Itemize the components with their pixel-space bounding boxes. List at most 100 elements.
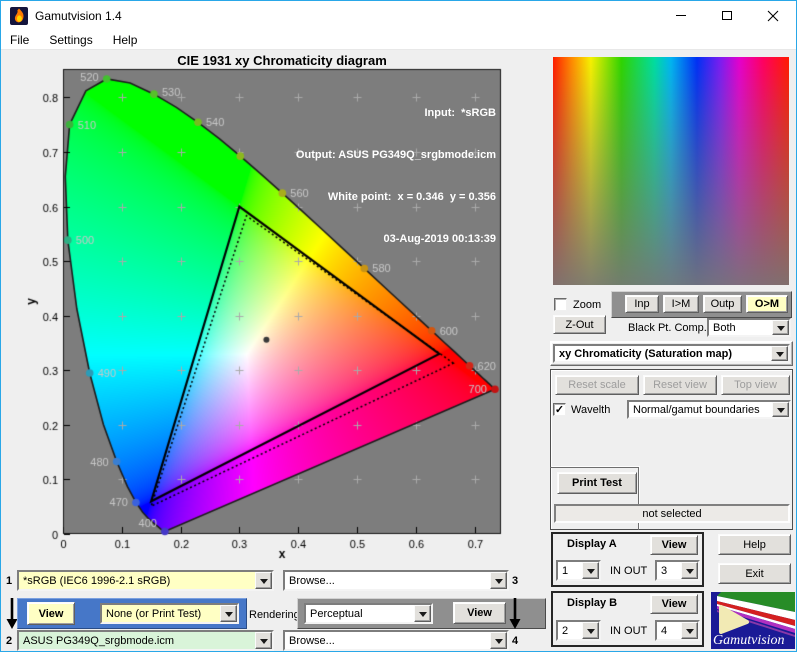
display-a-title: Display A: [567, 538, 617, 550]
app-icon: [10, 7, 28, 25]
slot-1-index: 1: [6, 575, 12, 587]
gamutvision-logo: Gamutvision: [711, 592, 795, 649]
chevron-down-icon: [777, 408, 785, 417]
annotation-white-point: White point: x = 0.346 y = 0.356: [171, 190, 496, 204]
help-button[interactable]: Help: [718, 534, 791, 555]
z-out-button[interactable]: Z-Out: [553, 315, 606, 334]
close-icon: [767, 10, 779, 22]
maximize-icon: [722, 11, 732, 20]
display-b-out-value: 4: [661, 625, 667, 637]
black-pt-comp-combo[interactable]: Both: [707, 318, 791, 337]
menu-file[interactable]: File: [1, 33, 39, 47]
flow-arrow-down-right-icon: [509, 597, 521, 630]
dropdown-arrow[interactable]: [771, 346, 788, 361]
display-a-view-button[interactable]: View: [650, 535, 698, 555]
annotation-output: Output: ASUS PG349Q_srgbmode.icm: [171, 148, 496, 162]
annotation-date: 03-Aug-2019 00:13:39: [171, 232, 496, 246]
chevron-down-icon: [587, 569, 595, 578]
dropdown-arrow[interactable]: [490, 572, 507, 589]
chevron-down-icon: [419, 612, 427, 621]
input-profile-combo[interactable]: *sRGB (IEC6 1996-2.1 sRGB): [17, 570, 274, 591]
display-b-in-value: 2: [562, 625, 568, 637]
chevron-down-icon: [225, 612, 233, 621]
i-to-m-button[interactable]: I>M: [663, 295, 699, 313]
wavelth-label: Wavelth: [571, 404, 610, 416]
chart-title: CIE 1931 xy Chromaticity diagram: [63, 53, 501, 68]
logo-text: Gamutvision: [713, 633, 785, 648]
display-b-out-combo[interactable]: 4: [655, 620, 700, 641]
print-test-intent-combo[interactable]: None (or Print Test): [100, 603, 239, 624]
menu-settings[interactable]: Settings: [39, 33, 102, 47]
app-window: Gamutvision 1.4 File Settings Help CIE 1…: [0, 0, 797, 652]
dropdown-arrow[interactable]: [681, 562, 698, 579]
reset-scale-button[interactable]: Reset scale: [555, 375, 639, 395]
view-mode-combo[interactable]: xy Chromaticity (Saturation map): [553, 344, 790, 363]
display-a-in-value: 1: [562, 565, 568, 577]
print-test-button[interactable]: Print Test: [557, 472, 637, 494]
window-title: Gamutvision 1.4: [35, 9, 122, 23]
menu-help[interactable]: Help: [103, 33, 148, 47]
zoom-checkbox-label: Zoom: [573, 299, 601, 311]
dropdown-arrow[interactable]: [582, 562, 599, 579]
reset-view-button[interactable]: Reset view: [643, 375, 717, 395]
gamut-map-preview: [553, 57, 789, 285]
chevron-down-icon: [587, 629, 595, 638]
chevron-down-icon: [260, 579, 268, 588]
dropdown-arrow[interactable]: [220, 605, 237, 622]
dropdown-arrow[interactable]: [255, 632, 272, 649]
boundaries-combo[interactable]: Normal/gamut boundaries: [627, 400, 791, 419]
boundaries-value: Normal/gamut boundaries: [633, 404, 760, 416]
exit-button[interactable]: Exit: [718, 563, 791, 584]
close-button[interactable]: [750, 1, 796, 30]
input-browse-combo[interactable]: Browse...: [283, 570, 509, 591]
minimize-icon: [676, 15, 686, 16]
inp-button[interactable]: Inp: [625, 295, 659, 313]
display-a-out-combo[interactable]: 3: [655, 560, 700, 581]
minimize-button[interactable]: [658, 1, 704, 30]
chevron-down-icon: [495, 639, 503, 648]
slot-2-index: 2: [6, 635, 12, 647]
rendering-intent-value: Perceptual: [310, 608, 363, 620]
dropdown-arrow[interactable]: [255, 572, 272, 589]
maximize-button[interactable]: [704, 1, 750, 30]
display-b-in-combo[interactable]: 2: [556, 620, 601, 641]
output-profile-value: ASUS PG349Q_srgbmode.icm: [23, 635, 174, 647]
top-view-button[interactable]: Top view: [721, 375, 790, 395]
slot-4-index: 4: [512, 635, 518, 647]
black-pt-comp-label: Black Pt. Comp.: [628, 322, 707, 334]
output-browse-combo[interactable]: Browse...: [283, 630, 509, 651]
outp-button[interactable]: Outp: [703, 295, 742, 313]
display-a-inout-label: IN OUT: [610, 565, 647, 577]
display-a-out-value: 3: [661, 565, 667, 577]
output-browse-value: Browse...: [289, 635, 335, 647]
chevron-down-icon: [686, 569, 694, 578]
chevron-down-icon: [495, 579, 503, 588]
dropdown-arrow[interactable]: [582, 622, 599, 639]
dropdown-arrow[interactable]: [414, 605, 431, 622]
display-b-view-button[interactable]: View: [650, 594, 698, 614]
zoom-checkbox[interactable]: [554, 298, 567, 311]
rendering-label: Rendering: [249, 609, 300, 621]
print-test-intent-value: None (or Print Test): [106, 608, 201, 620]
chart-annotations: Input: *sRGB Output: ASUS PG349Q_srgbmod…: [171, 78, 496, 274]
chevron-down-icon: [777, 326, 785, 335]
titlebar[interactable]: Gamutvision 1.4: [1, 1, 796, 31]
dropdown-arrow[interactable]: [681, 622, 698, 639]
view-mode-value: xy Chromaticity (Saturation map): [559, 348, 732, 360]
output-profile-combo[interactable]: ASUS PG349Q_srgbmode.icm: [17, 630, 274, 651]
view-input-button[interactable]: View: [27, 602, 75, 625]
chevron-down-icon: [686, 629, 694, 638]
chevron-down-icon: [260, 639, 268, 648]
o-to-m-button[interactable]: O>M: [746, 295, 788, 313]
view-output-button[interactable]: View: [453, 602, 506, 624]
black-pt-comp-value: Both: [713, 322, 736, 334]
input-profile-value: *sRGB (IEC6 1996-2.1 sRGB): [23, 575, 170, 587]
wavelth-checkbox[interactable]: [553, 403, 566, 416]
dropdown-arrow[interactable]: [772, 402, 789, 417]
rendering-intent-combo[interactable]: Perceptual: [304, 603, 433, 624]
selection-status: not selected: [554, 504, 790, 523]
annotation-input: Input: *sRGB: [171, 106, 496, 120]
dropdown-arrow[interactable]: [772, 320, 789, 335]
dropdown-arrow[interactable]: [490, 632, 507, 649]
display-a-in-combo[interactable]: 1: [556, 560, 601, 581]
